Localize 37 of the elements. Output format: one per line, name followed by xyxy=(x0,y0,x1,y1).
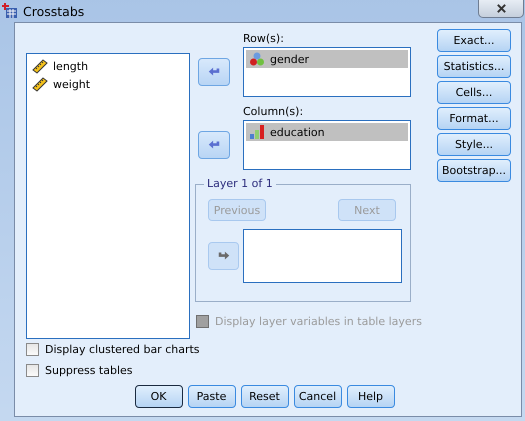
checkbox-label: Display clustered bar charts xyxy=(45,343,200,356)
dialog-button[interactable]: Style... xyxy=(437,133,511,156)
dialog-button[interactable]: Cells... xyxy=(437,81,511,104)
dialog-button[interactable]: Format... xyxy=(437,107,511,130)
dialog-button[interactable]: Exact... xyxy=(437,29,511,52)
columns-label: Column(s): xyxy=(243,104,304,120)
close-button[interactable] xyxy=(478,0,524,18)
variable-item[interactable]: length xyxy=(29,57,187,75)
dialog-button[interactable]: OK xyxy=(134,385,182,408)
dialog-button[interactable]: Bootstrap... xyxy=(437,159,511,182)
close-icon xyxy=(496,2,506,14)
variable-list[interactable]: length weight xyxy=(26,53,190,339)
rows-list[interactable]: gender xyxy=(243,47,411,97)
ruler-icon xyxy=(32,76,48,92)
variable-item[interactable]: weight xyxy=(29,75,187,93)
checkbox[interactable] xyxy=(26,364,39,377)
circles-icon xyxy=(249,51,265,67)
dialog-button[interactable]: Help xyxy=(346,385,394,408)
dialog-button[interactable]: Statistics... xyxy=(437,55,511,78)
dialog-button[interactable]: Cancel xyxy=(294,385,342,408)
checkbox[interactable] xyxy=(26,343,39,356)
layer-title: Layer 1 of 1 xyxy=(204,177,276,190)
dialog-button[interactable]: Reset xyxy=(240,385,288,408)
crosstabs-icon xyxy=(2,3,18,19)
rows-label: Row(s): xyxy=(243,31,285,47)
move-button[interactable] xyxy=(198,58,230,86)
columns-list[interactable]: education xyxy=(243,120,411,170)
variable-item[interactable]: education xyxy=(246,123,408,141)
window-title: Crosstabs xyxy=(23,4,84,18)
variable-item[interactable]: gender xyxy=(246,50,408,68)
dialog-button[interactable]: Paste xyxy=(188,385,236,408)
layer-list[interactable] xyxy=(243,229,402,283)
checkbox-label: Display layer variables in table layers xyxy=(215,315,422,328)
move-button[interactable] xyxy=(198,131,230,159)
bar-chart-icon xyxy=(249,124,265,140)
ruler-icon xyxy=(32,58,48,74)
checkbox-label: Suppress tables xyxy=(45,364,133,377)
